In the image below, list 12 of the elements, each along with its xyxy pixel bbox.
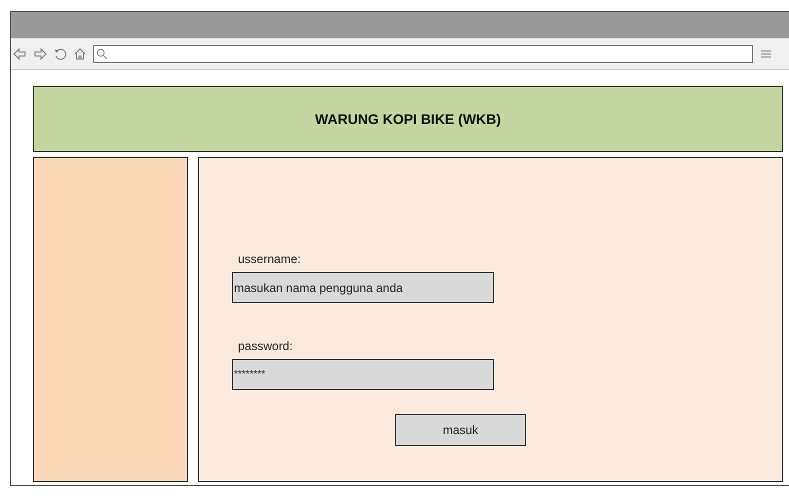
reload-icon[interactable] <box>53 47 67 61</box>
password-field[interactable]: ******** <box>232 359 494 390</box>
password-label: password: <box>238 339 293 353</box>
address-field[interactable] <box>93 45 753 63</box>
home-icon[interactable] <box>73 47 87 61</box>
back-icon[interactable] <box>13 47 27 61</box>
username-field[interactable]: masukan nama pengguna anda <box>232 272 494 303</box>
site-title: WARUNG KOPI BIKE (WKB) <box>315 111 501 127</box>
username-label: ussername: <box>238 252 301 266</box>
login-button[interactable]: masuk <box>395 414 526 446</box>
forward-icon[interactable] <box>33 47 47 61</box>
search-icon <box>96 48 108 60</box>
